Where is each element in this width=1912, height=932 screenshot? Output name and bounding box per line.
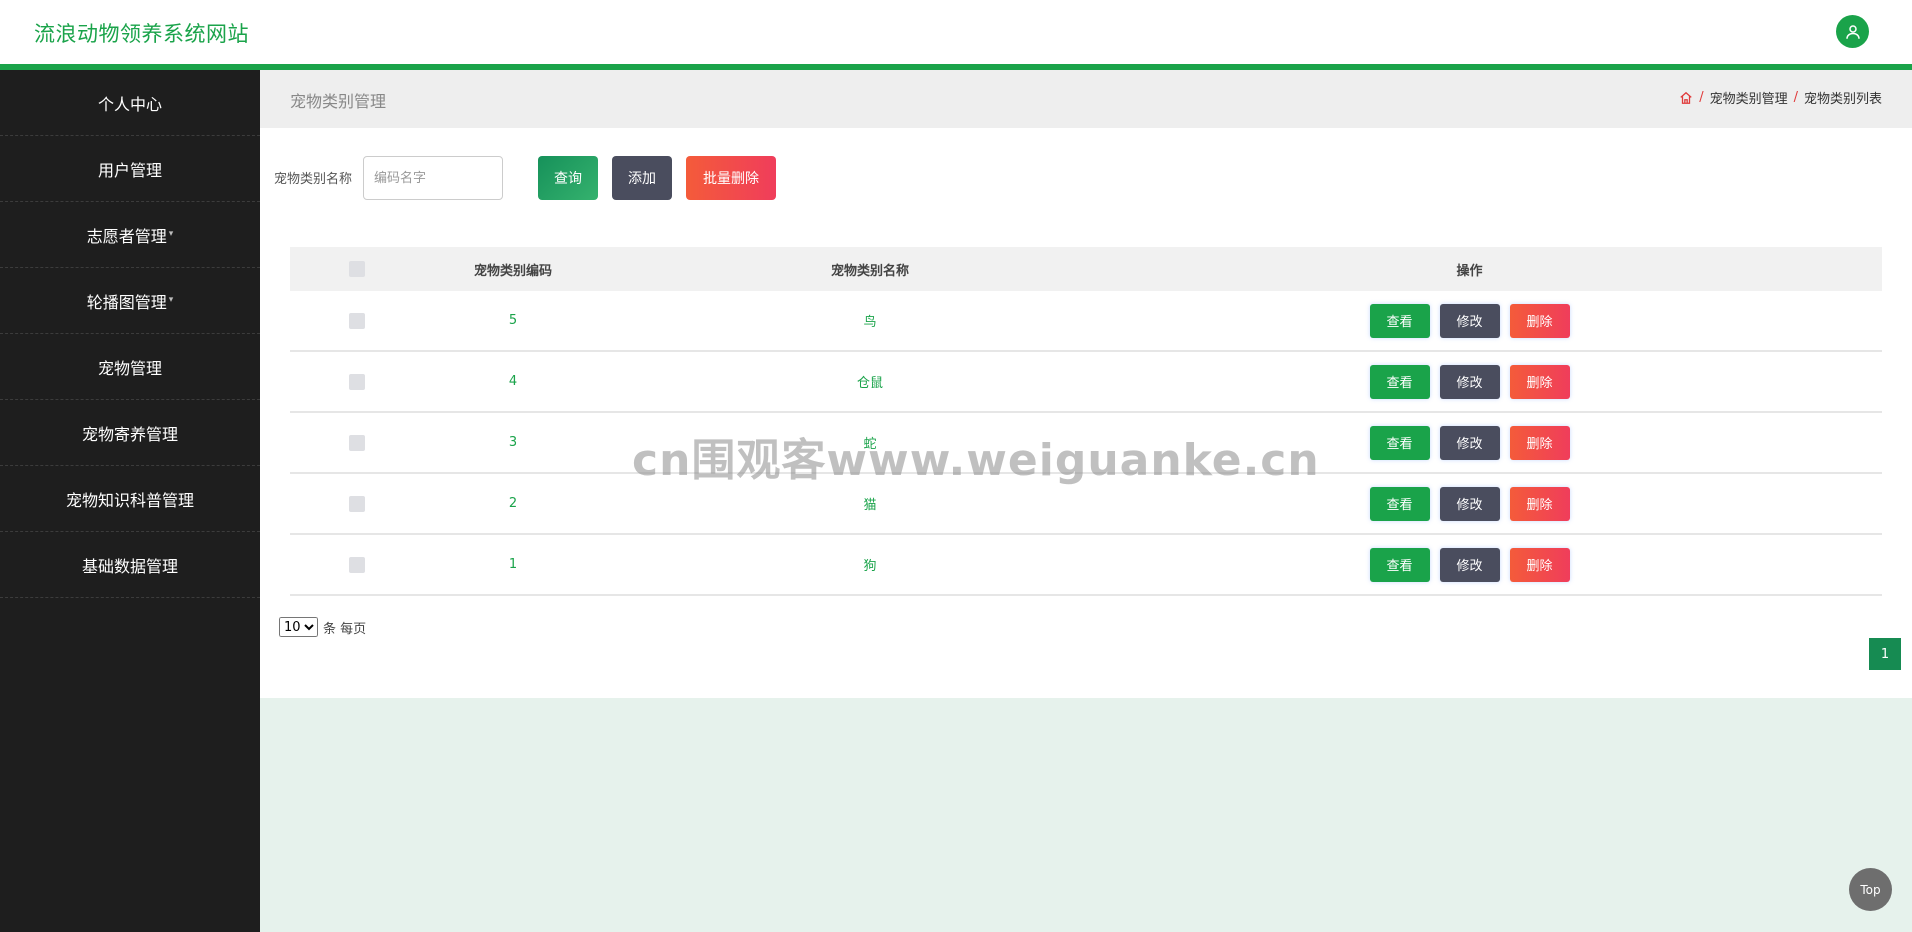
select-all-checkbox[interactable] [348,261,365,277]
row-checkbox[interactable] [348,373,365,390]
header-ops: 操作 [1456,263,1483,279]
view-button[interactable]: 查看 [1369,547,1430,582]
header-code: 宠物类别编码 [473,263,552,279]
row-actions: 查看 修改 删除 [1057,486,1882,521]
sidebar-item-carousel[interactable]: 轮播图管理 ▾ [0,268,260,334]
search-label: 宠物类别名称 [274,172,353,187]
sidebar-item-base-data[interactable]: 基础数据管理 [0,532,260,598]
row-checkbox[interactable] [348,556,365,573]
site-title[interactable]: 流浪动物领养系统网站 [34,18,249,48]
row-check-cell [290,434,423,451]
search-input[interactable] [363,156,503,200]
row-name: 鸟 [863,315,877,330]
sidebar-item-pet-knowledge[interactable]: 宠物知识科普管理 [0,466,260,532]
edit-button[interactable]: 修改 [1439,547,1500,582]
add-button[interactable]: 添加 [612,156,672,200]
row-name: 蛇 [863,437,877,452]
page-size-control: 10 条 每页 [279,617,366,637]
row-checkbox[interactable] [348,495,365,512]
pet-category-table: 宠物类别编码 宠物类别名称 操作 5 鸟 查看 修改 删除 4 仓鼠 查看 修改… [290,247,1882,596]
page-size-select[interactable]: 10 [279,617,318,637]
content-footer-area [260,698,1912,932]
user-avatar[interactable] [1836,15,1869,48]
table-row: 2 猫 查看 修改 删除 [290,474,1882,535]
row-checkbox[interactable] [348,434,365,451]
sidebar: 个人中心 用户管理 志愿者管理 ▾ 轮播图管理 ▾ 宠物管理 宠物寄养管理 宠物知识… [0,70,260,932]
row-name: 猫 [863,498,877,513]
breadcrumb-separator: / [1793,90,1798,105]
sidebar-item-pet-boarding[interactable]: 宠物寄养管理 [0,400,260,466]
row-actions: 查看 修改 删除 [1057,547,1882,582]
view-button[interactable]: 查看 [1369,303,1430,338]
breadcrumb-separator: / [1699,90,1704,105]
row-code: 5 [508,313,518,328]
row-checkbox[interactable] [348,312,365,329]
row-actions: 查看 修改 删除 [1057,425,1882,460]
main-content: 宠物类别名称 查询 添加 批量删除 宠物类别编码 宠物类别名称 操作 5 鸟 查… [260,128,1912,698]
row-check-cell [290,312,423,329]
page-title: 宠物类别管理 [290,92,387,111]
sidebar-item-label: 用户管理 [97,160,162,180]
caret-down-icon: ▾ [168,228,174,239]
table-row: 5 鸟 查看 修改 删除 [290,291,1882,352]
sidebar-item-label: 宠物知识科普管理 [65,490,194,510]
row-name: 狗 [863,559,877,574]
delete-button[interactable]: 删除 [1509,364,1570,399]
edit-button[interactable]: 修改 [1439,425,1500,460]
sidebar-item-users[interactable]: 用户管理 [0,136,260,202]
pagination-page-1[interactable]: 1 [1869,638,1901,670]
row-code: 3 [508,435,518,450]
query-button[interactable]: 查询 [538,156,598,200]
top-header: 流浪动物领养系统网站 [0,0,1912,64]
edit-button[interactable]: 修改 [1439,486,1500,521]
sidebar-item-label: 宠物管理 [97,358,162,378]
delete-button[interactable]: 删除 [1509,303,1570,338]
home-icon[interactable] [1679,91,1693,105]
sidebar-item-label: 志愿者管理 [86,226,167,246]
table-header: 宠物类别编码 宠物类别名称 操作 [290,247,1882,291]
row-code: 2 [508,496,518,511]
sidebar-item-label: 个人中心 [97,94,162,114]
row-check-cell [290,373,423,390]
sidebar-item-pets[interactable]: 宠物管理 [0,334,260,400]
view-button[interactable]: 查看 [1369,364,1430,399]
sidebar-item-personal-center[interactable]: 个人中心 [0,70,260,136]
delete-button[interactable]: 删除 [1509,547,1570,582]
row-check-cell [290,495,423,512]
breadcrumb-item[interactable]: 宠物类别管理 [1710,88,1788,107]
row-name: 仓鼠 [856,376,883,391]
row-check-cell [290,556,423,573]
row-code: 1 [508,557,518,572]
sidebar-item-label: 宠物寄养管理 [81,424,178,444]
select-all-cell [290,261,423,277]
sidebar-item-label: 基础数据管理 [81,556,178,576]
breadcrumb: / 宠物类别管理 / 宠物类别列表 [1679,88,1882,107]
breadcrumb-item: 宠物类别列表 [1803,92,1882,107]
table-row: 4 仓鼠 查看 修改 删除 [290,352,1882,413]
sidebar-item-volunteers[interactable]: 志愿者管理 ▾ [0,202,260,268]
row-actions: 查看 修改 删除 [1057,303,1882,338]
row-actions: 查看 修改 删除 [1057,364,1882,399]
delete-button[interactable]: 删除 [1509,486,1570,521]
back-to-top-button[interactable]: Top [1849,868,1892,911]
caret-down-icon: ▾ [168,294,174,305]
page-size-suffix: 条 每页 [323,621,367,637]
table-row: 1 狗 查看 修改 删除 [290,535,1882,596]
batch-delete-button[interactable]: 批量删除 [686,156,776,200]
view-button[interactable]: 查看 [1369,425,1430,460]
row-code: 4 [508,374,518,389]
delete-button[interactable]: 删除 [1509,425,1570,460]
user-icon [1845,24,1860,39]
sidebar-item-label: 轮播图管理 [86,292,167,312]
edit-button[interactable]: 修改 [1439,364,1500,399]
view-button[interactable]: 查看 [1369,486,1430,521]
header-name: 宠物类别名称 [830,263,909,279]
table-row: 3 蛇 查看 修改 删除 [290,413,1882,474]
page-header: 宠物类别管理 / 宠物类别管理 / 宠物类别列表 [260,70,1912,128]
edit-button[interactable]: 修改 [1439,303,1500,338]
